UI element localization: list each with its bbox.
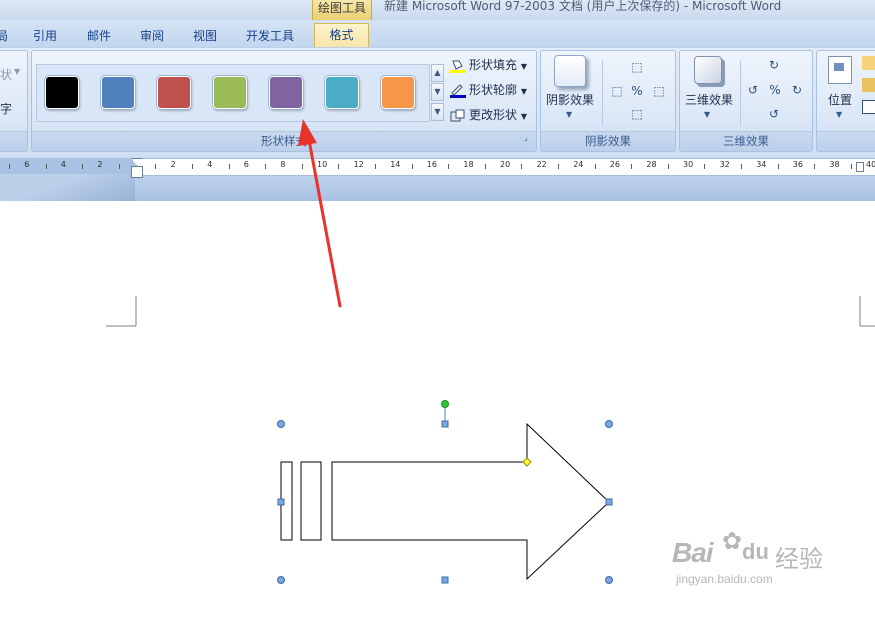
page-corner-mark-left — [106, 296, 137, 327]
resize-handle-top[interactable] — [441, 420, 449, 428]
paw-icon: ✿ — [722, 528, 743, 555]
striped-arrow-shape[interactable] — [280, 422, 610, 581]
watermark-cn: 经验 — [775, 546, 823, 573]
arrow-body[interactable] — [331, 422, 610, 581]
baidu-jingyan-watermark: Bai ✿ du 经验 jingyan.baidu.com — [672, 525, 832, 586]
resize-handle-bottom-right[interactable] — [605, 576, 613, 584]
resize-handle-right[interactable] — [605, 498, 613, 506]
rotation-handle[interactable] — [441, 400, 449, 408]
watermark-brand: Bai — [672, 537, 714, 568]
resize-handle-bottom[interactable] — [441, 576, 449, 584]
page-corner-mark-right — [859, 296, 875, 327]
resize-handle-left[interactable] — [277, 498, 285, 506]
watermark-url: jingyan.baidu.com — [676, 572, 773, 586]
resize-handle-top-left[interactable] — [277, 420, 285, 428]
resize-handle-top-right[interactable] — [605, 420, 613, 428]
resize-handle-bottom-left[interactable] — [277, 576, 285, 584]
arrow-stripe-wide[interactable] — [300, 461, 322, 541]
annotation-arrow — [298, 119, 342, 308]
watermark-brand2: du — [742, 539, 769, 564]
